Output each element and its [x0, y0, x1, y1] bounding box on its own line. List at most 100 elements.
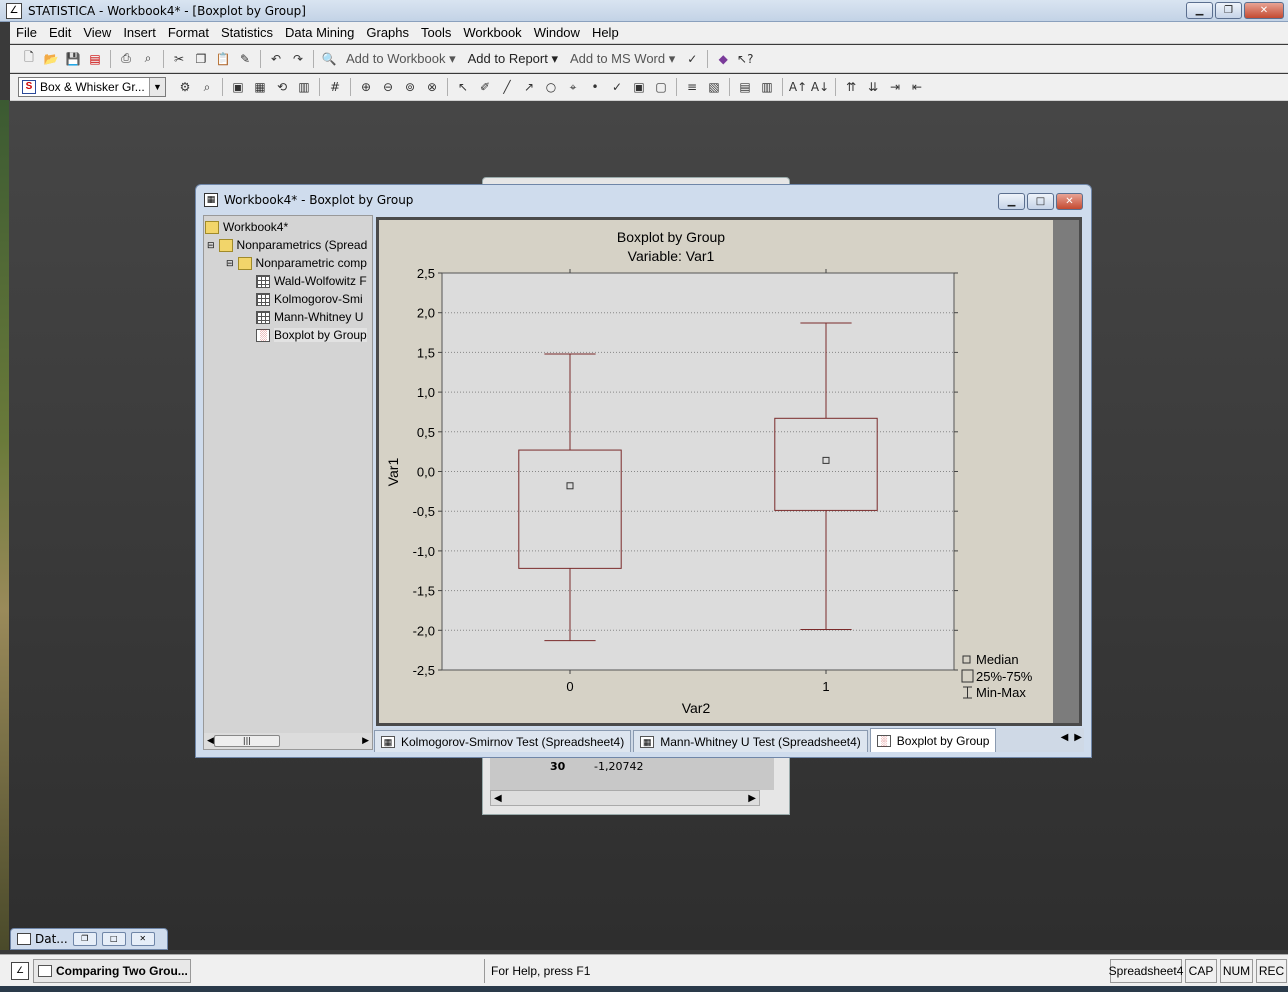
arrow-tool-icon[interactable]: ↗: [521, 79, 537, 95]
add-to-ms-word-button[interactable]: Add to MS Word ▾: [570, 51, 675, 67]
menu-data-mining[interactable]: Data Mining: [279, 25, 360, 40]
pdf-icon[interactable]: ▤: [87, 51, 103, 67]
text-tool-icon[interactable]: ✐: [477, 79, 493, 95]
undo-icon[interactable]: ↶: [268, 51, 284, 67]
select-region-icon[interactable]: ▣: [230, 79, 246, 95]
pointer-icon[interactable]: ↖: [455, 79, 471, 95]
restore-icon[interactable]: ❐: [72, 932, 97, 946]
tab-boxplot-by-group[interactable]: ░ Boxplot by Group: [869, 728, 997, 752]
line-tool-icon[interactable]: ╱: [499, 79, 515, 95]
scroll-right-icon[interactable]: ▶: [748, 793, 756, 804]
grid-icon[interactable]: #: [327, 79, 343, 95]
menu-graphs[interactable]: Graphs: [360, 25, 415, 40]
graph-data-icon[interactable]: ▥: [296, 79, 312, 95]
tree-item-boxplot[interactable]: ░ Boxplot by Group: [256, 326, 367, 344]
zoom-icon[interactable]: ⌕: [199, 79, 215, 95]
zoom-fit-icon[interactable]: ⊚: [402, 79, 418, 95]
paste-icon[interactable]: 📋: [215, 51, 231, 67]
workbook-title-bar[interactable]: ▦ Workbook4* - Boxplot by Group: [196, 185, 1091, 215]
lock-icon[interactable]: ▣: [631, 79, 647, 95]
new-file-icon[interactable]: 🗋: [21, 50, 37, 67]
task-button[interactable]: Comparing Two Grou...: [33, 958, 191, 983]
maximize-icon[interactable]: □: [1027, 193, 1054, 210]
checkmark-tool-icon[interactable]: ✓: [609, 79, 625, 95]
menu-file[interactable]: File: [10, 25, 43, 40]
graph-type-select[interactable]: S Box & Whisker Gr... ▼: [18, 77, 166, 97]
menu-edit[interactable]: Edit: [43, 25, 77, 40]
unlock-icon[interactable]: ▢: [653, 79, 669, 95]
scroll-right-icon[interactable]: ▶: [362, 736, 369, 746]
add-to-report-button[interactable]: Add to Report ▾: [468, 51, 558, 67]
menu-workbook[interactable]: Workbook: [457, 25, 527, 40]
statistica-app-icon[interactable]: ∠: [6, 2, 22, 19]
menu-view[interactable]: View: [77, 25, 117, 40]
minimize-icon[interactable]: ▁: [998, 193, 1025, 210]
save-icon[interactable]: 💾: [65, 51, 81, 67]
menu-insert[interactable]: Insert: [117, 25, 162, 40]
zoom-in-icon[interactable]: ⊕: [358, 79, 374, 95]
cut-icon[interactable]: ✂: [171, 51, 187, 67]
menu-tools[interactable]: Tools: [415, 25, 457, 40]
spreadsheet-grid[interactable]: 30 -1,20742: [490, 756, 774, 790]
crosshair-tool-icon[interactable]: ⌖: [565, 79, 581, 95]
tree-item-nonparametric-comp[interactable]: ⊟ Nonparametric comp: [226, 254, 367, 272]
close-icon[interactable]: ✕: [1056, 193, 1083, 210]
close-icon[interactable]: ✕: [1244, 2, 1284, 19]
context-help-icon[interactable]: ↖?: [737, 51, 753, 67]
statistica-app-icon[interactable]: ∠: [11, 961, 29, 980]
minimized-data-window[interactable]: Dat... ❐ □ ✕: [10, 928, 168, 950]
font-smaller-icon[interactable]: A↓: [811, 79, 829, 95]
tree-horizontal-scrollbar[interactable]: ◀ ||| ▶: [204, 733, 372, 749]
minimize-icon[interactable]: ▁: [1186, 2, 1213, 19]
pattern-icon[interactable]: ▧: [706, 79, 722, 95]
book-icon[interactable]: ◆: [715, 51, 731, 67]
point-tool-icon[interactable]: •: [587, 79, 603, 95]
horizontal-scrollbar[interactable]: ◀ ▶: [490, 790, 760, 806]
copy-icon[interactable]: ❐: [193, 51, 209, 67]
print-icon[interactable]: ⎙: [118, 51, 134, 67]
send-back-icon[interactable]: ▥: [759, 79, 775, 95]
font-larger-icon[interactable]: A↑: [789, 79, 807, 95]
menu-window[interactable]: Window: [528, 25, 586, 40]
menu-statistics[interactable]: Statistics: [215, 25, 279, 40]
print-preview-icon[interactable]: ⌕: [140, 51, 156, 67]
lines-icon[interactable]: ≡: [684, 79, 700, 95]
scroll-left-icon[interactable]: ◀: [207, 736, 214, 746]
sort-descending-icon[interactable]: ⇊: [865, 79, 881, 95]
boxplot-chart[interactable]: 2,5 2,0 1,5 1,0 0,5 0,0 -0,5 -1,0 -1,5 -2,0 -2,5 0…: [379, 220, 1053, 723]
menu-help[interactable]: Help: [586, 25, 625, 40]
tree-item-kolmogorov-smirnov[interactable]: Kolmogorov-Smi: [256, 290, 363, 308]
tree-item-nonparametrics[interactable]: ⊟ Nonparametrics (Spread: [207, 236, 367, 254]
collapse-icon[interactable]: ⊟: [226, 258, 234, 269]
tab-kolmogorov-smirnov[interactable]: ▦ Kolmogorov-Smirnov Test (Spreadsheet4): [374, 730, 632, 752]
scroll-left-icon[interactable]: ◀: [494, 793, 502, 804]
tree-item-mann-whitney[interactable]: Mann-Whitney U: [256, 308, 363, 326]
indent-decrease-icon[interactable]: ⇤: [909, 79, 925, 95]
find-icon[interactable]: 🔍: [321, 51, 337, 67]
graph-options-icon[interactable]: ⚙: [177, 79, 193, 95]
brush-icon[interactable]: ▦: [252, 79, 268, 95]
format-painter-icon[interactable]: ✎: [237, 51, 253, 67]
tab-prev-icon[interactable]: ◀: [1061, 732, 1069, 743]
tab-next-icon[interactable]: ▶: [1074, 732, 1082, 743]
zoom-reset-icon[interactable]: ⊗: [424, 79, 440, 95]
circle-tool-icon[interactable]: ○: [543, 79, 559, 95]
rotate-icon[interactable]: ⟲: [274, 79, 290, 95]
row-header[interactable]: 30: [550, 760, 565, 773]
spreadsheet-cell[interactable]: -1,20742: [594, 760, 643, 773]
collapse-icon[interactable]: ⊟: [207, 240, 215, 251]
close-icon[interactable]: ✕: [130, 932, 155, 946]
menu-format[interactable]: Format: [162, 25, 215, 40]
sort-ascending-icon[interactable]: ⇈: [843, 79, 859, 95]
spell-check-icon[interactable]: ✓: [684, 51, 700, 67]
add-to-workbook-button[interactable]: Add to Workbook ▾: [346, 51, 456, 67]
chevron-down-icon[interactable]: ▼: [149, 78, 165, 96]
graph-pane[interactable]: 2,5 2,0 1,5 1,0 0,5 0,0 -0,5 -1,0 -1,5 -2,0 -2,5 0…: [376, 217, 1082, 726]
tree-item-wald-wolfowitz[interactable]: Wald-Wolfowitz F: [256, 272, 367, 290]
indent-increase-icon[interactable]: ⇥: [887, 79, 903, 95]
tree-item-workbook[interactable]: Workbook4*: [205, 218, 288, 236]
open-folder-icon[interactable]: 📂: [43, 51, 59, 67]
redo-icon[interactable]: ↷: [290, 51, 306, 67]
tab-mann-whitney[interactable]: ▦ Mann-Whitney U Test (Spreadsheet4): [633, 730, 868, 752]
maximize-icon[interactable]: □: [101, 932, 126, 946]
